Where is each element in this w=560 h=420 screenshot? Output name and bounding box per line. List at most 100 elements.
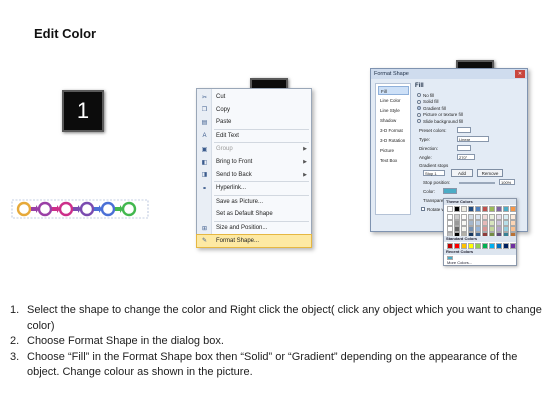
- hyperlink-icon: ⚭: [201, 185, 208, 192]
- theme-color-swatch[interactable]: [482, 206, 488, 212]
- stop-position-input[interactable]: 100%: [499, 179, 515, 185]
- nav-item-3-d-format[interactable]: 3-D Format: [378, 126, 409, 135]
- theme-color-swatch[interactable]: [454, 220, 460, 226]
- theme-color-swatch[interactable]: [447, 220, 453, 226]
- theme-color-swatch[interactable]: [454, 226, 460, 232]
- add-stop-button[interactable]: Add: [451, 169, 473, 177]
- menu-item-label: Edit Text: [216, 132, 239, 139]
- theme-color-swatch[interactable]: [482, 220, 488, 226]
- theme-color-swatch[interactable]: [482, 226, 488, 232]
- instructions-list: 1. Select the shape to change the color a…: [10, 303, 550, 381]
- chain-ring[interactable]: [79, 201, 95, 217]
- scissors-icon: ✂: [201, 94, 208, 101]
- fill-option-label: Picture or texture fill: [423, 112, 463, 117]
- checkbox-icon: [421, 207, 425, 211]
- theme-color-swatch[interactable]: [461, 220, 467, 226]
- recent-colors-heading: Recent Colors: [444, 249, 516, 255]
- fill-option-solid-fill[interactable]: Solid fill: [417, 99, 439, 105]
- chain-ring[interactable]: [121, 201, 137, 217]
- theme-color-swatch[interactable]: [454, 214, 460, 220]
- more-colors-link[interactable]: More Colors...: [447, 260, 472, 265]
- stop-position-label: Stop position:: [423, 180, 451, 185]
- menu-item-paste[interactable]: ▤ Paste: [197, 116, 311, 128]
- bring-to-front-icon: ◧: [201, 159, 208, 166]
- menu-item-send-to-back[interactable]: ◨ Send to Back ▶: [197, 169, 311, 181]
- blank-icon: [197, 196, 212, 208]
- theme-color-swatch[interactable]: [475, 226, 481, 232]
- fill-option-slide-background-fill[interactable]: Slide background fill: [417, 118, 463, 124]
- theme-color-swatch[interactable]: [468, 214, 474, 220]
- menu-item-set-as-default-shape[interactable]: Set as Default Shape: [197, 208, 311, 220]
- fill-option-picture-or-texture-fill[interactable]: Picture or texture fill: [417, 112, 463, 118]
- theme-color-swatch[interactable]: [468, 226, 474, 232]
- theme-color-swatch[interactable]: [475, 214, 481, 220]
- theme-color-swatch[interactable]: [475, 220, 481, 226]
- theme-color-swatch[interactable]: [503, 226, 509, 232]
- theme-color-swatch[interactable]: [510, 214, 516, 220]
- menu-item-size-and-position[interactable]: ⊞ Size and Position...: [197, 222, 311, 234]
- theme-color-swatch[interactable]: [503, 214, 509, 220]
- nav-item-shadow[interactable]: Shadow: [378, 116, 409, 125]
- theme-color-swatch[interactable]: [496, 214, 502, 220]
- radio-icon: [417, 93, 421, 97]
- theme-color-swatch[interactable]: [461, 214, 467, 220]
- theme-color-swatch[interactable]: [503, 220, 509, 226]
- theme-color-swatch[interactable]: [475, 206, 481, 212]
- menu-item-cut[interactable]: ✂ Cut: [197, 91, 311, 103]
- direction-label: Direction:: [419, 146, 439, 151]
- menu-item-save-as-picture[interactable]: Save as Picture...: [197, 196, 311, 208]
- chain-ring[interactable]: [37, 201, 53, 217]
- chain-ring[interactable]: [16, 201, 32, 217]
- nav-item-picture[interactable]: Picture: [378, 146, 409, 155]
- theme-color-swatch[interactable]: [510, 206, 516, 212]
- theme-color-swatch[interactable]: [461, 206, 467, 212]
- radio-icon: [417, 119, 421, 123]
- shape-chain[interactable]: [10, 198, 150, 220]
- theme-color-swatch[interactable]: [489, 214, 495, 220]
- theme-color-swatch[interactable]: [461, 226, 467, 232]
- menu-item-copy[interactable]: ❐ Copy: [197, 104, 311, 116]
- context-menu: ✂ Cut ❐ Copy ▤ Paste A Edit Text ▣ Group ▶ ◧ Bring t…: [196, 88, 312, 248]
- stop-position-slider[interactable]: [459, 182, 495, 184]
- theme-color-swatch[interactable]: [489, 226, 495, 232]
- menu-item-group[interactable]: ▣ Group ▶: [197, 143, 311, 155]
- theme-color-swatch[interactable]: [489, 220, 495, 226]
- theme-color-swatch[interactable]: [468, 206, 474, 212]
- theme-color-swatch[interactable]: [482, 214, 488, 220]
- type-dropdown[interactable]: Linear: [457, 136, 489, 142]
- nav-item-line-color[interactable]: Line Color: [378, 96, 409, 105]
- chain-ring[interactable]: [100, 201, 116, 217]
- fill-heading: Fill: [415, 83, 424, 89]
- menu-item-bring-to-front[interactable]: ◧ Bring to Front ▶: [197, 156, 311, 168]
- fill-option-gradient-fill[interactable]: Gradient fill: [417, 105, 446, 111]
- menu-item-edit-text[interactable]: A Edit Text: [197, 130, 311, 142]
- preset-dropdown[interactable]: [457, 127, 471, 133]
- menu-item-format-shape[interactable]: ✎ Format Shape...: [196, 233, 312, 248]
- theme-color-swatch[interactable]: [468, 220, 474, 226]
- nav-item-3-d-rotation[interactable]: 3-D Rotation: [378, 136, 409, 145]
- theme-color-swatch[interactable]: [454, 206, 460, 212]
- remove-stop-button[interactable]: Remove: [477, 169, 503, 177]
- nav-item-fill[interactable]: Fill: [378, 86, 409, 95]
- theme-color-swatch[interactable]: [496, 206, 502, 212]
- theme-color-swatch[interactable]: [489, 206, 495, 212]
- theme-color-swatch[interactable]: [496, 220, 502, 226]
- color-picker-button[interactable]: [443, 188, 457, 194]
- nav-item-text-box[interactable]: Text Box: [378, 156, 409, 165]
- chain-ring[interactable]: [58, 201, 74, 217]
- fill-option-no-fill[interactable]: No fill: [417, 92, 434, 98]
- chain-arrow: [31, 205, 39, 213]
- menu-item-hyperlink[interactable]: ⚭ Hyperlink...: [197, 182, 311, 194]
- theme-color-swatch[interactable]: [510, 220, 516, 226]
- theme-color-swatch[interactable]: [447, 206, 453, 212]
- theme-color-swatch[interactable]: [503, 206, 509, 212]
- theme-color-swatch[interactable]: [496, 226, 502, 232]
- close-icon[interactable]: ✕: [515, 70, 525, 78]
- theme-color-swatch[interactable]: [447, 226, 453, 232]
- theme-color-swatch[interactable]: [447, 214, 453, 220]
- direction-dropdown[interactable]: [457, 145, 471, 151]
- nav-item-line-style[interactable]: Line Style: [378, 106, 409, 115]
- theme-color-swatch[interactable]: [510, 226, 516, 232]
- angle-input[interactable]: 270°: [457, 154, 475, 160]
- stop-dropdown[interactable]: Stop 1: [423, 170, 445, 176]
